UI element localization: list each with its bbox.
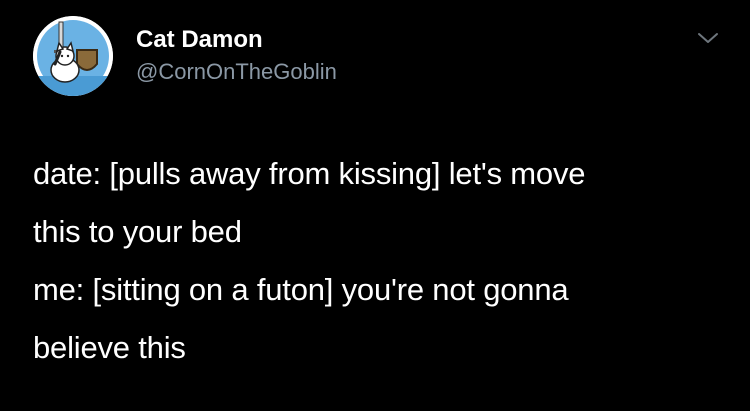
tweet-text-line: me: [sitting on a futon] you're not gonn… <box>33 272 569 307</box>
avatar[interactable] <box>33 16 113 96</box>
author-handle[interactable]: @CornOnTheGoblin <box>136 59 337 85</box>
tweet-body: date: [pulls away from kissing] let's mo… <box>33 145 723 377</box>
tweet-text-line: this to your bed <box>33 214 242 249</box>
chevron-down-icon[interactable] <box>696 28 720 48</box>
tweet-text-line: believe this <box>33 330 186 365</box>
tweet-text-line: date: [pulls away from kissing] let's mo… <box>33 156 586 191</box>
cat-knight-avatar-icon <box>33 16 113 96</box>
author-display-name[interactable]: Cat Damon <box>136 26 263 54</box>
